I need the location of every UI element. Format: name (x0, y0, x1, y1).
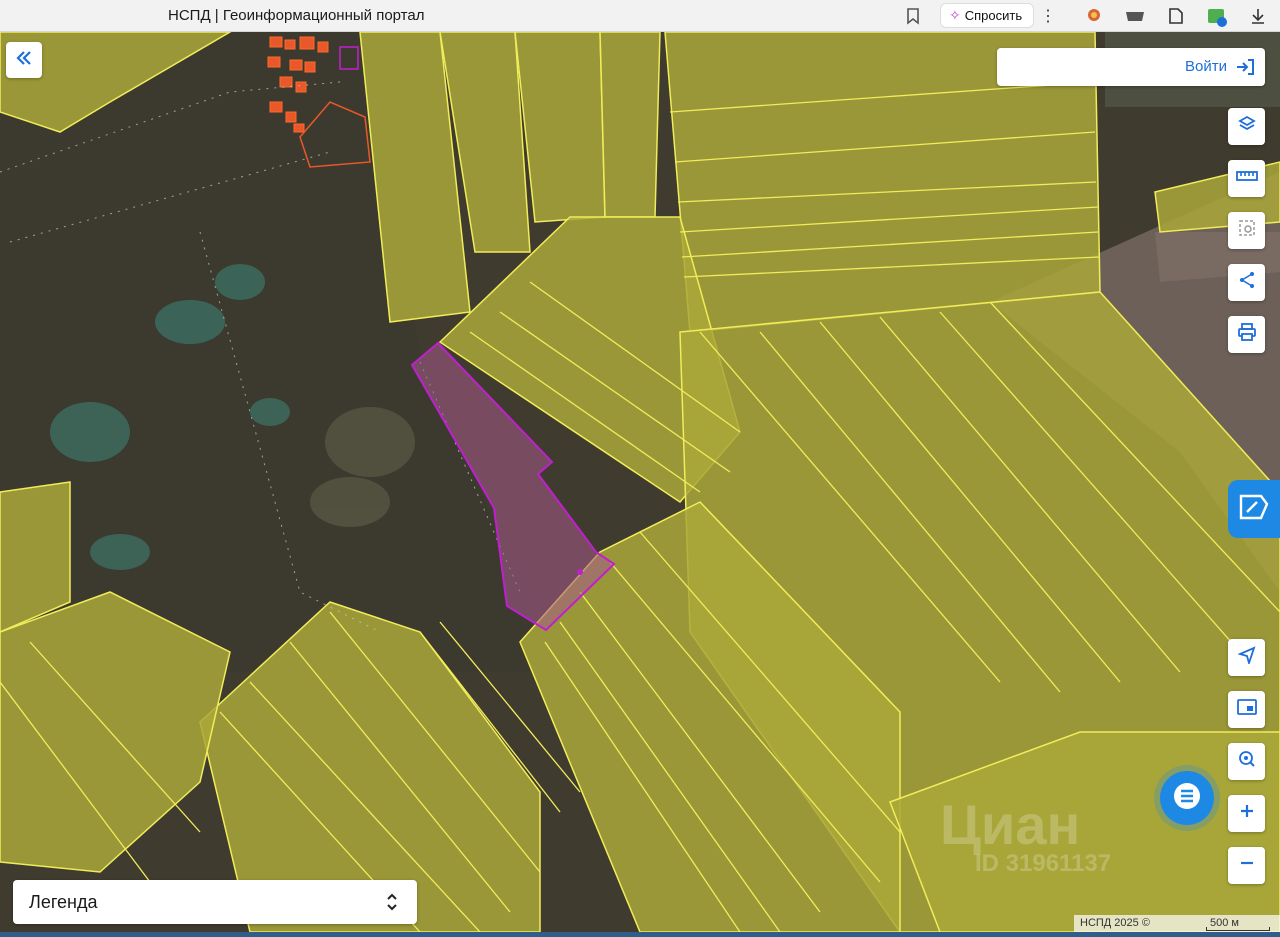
chevron-updown-icon (385, 891, 399, 918)
map-canvas[interactable]: Циан ID 31961137 (0, 32, 1280, 932)
login-label: Войти (1185, 58, 1227, 75)
minimap-icon (1236, 699, 1257, 720)
satellite-map[interactable] (0, 32, 1280, 932)
double-chevron-left-icon (15, 49, 33, 72)
browser-topbar: НСПД | Геоинформационный портал ✧ Спроси… (0, 0, 1280, 32)
attribution-text: НСПД 2025 © (1080, 917, 1150, 929)
minimap-button[interactable] (1228, 691, 1265, 728)
extension-icon[interactable] (1166, 6, 1186, 26)
page-title: НСПД | Геоинформационный портал (168, 7, 425, 24)
download-icon[interactable] (1248, 6, 1268, 26)
chat-button[interactable] (1160, 771, 1214, 825)
feedback-icon (1237, 492, 1271, 527)
legend-panel[interactable]: Легенда (13, 880, 417, 924)
bottom-strip (0, 932, 1280, 937)
login-button[interactable]: Войти (997, 48, 1265, 86)
geolocation-button[interactable] (1228, 639, 1265, 676)
chat-icon (1172, 781, 1202, 816)
scale-bar (1206, 927, 1270, 931)
watermark: Циан (940, 793, 1081, 856)
collapse-panel-button[interactable] (6, 42, 42, 78)
zoom-in-icon (1239, 803, 1255, 824)
zoom-in-button[interactable] (1228, 795, 1265, 832)
ai-spark-icon: ✧ (949, 7, 961, 23)
map-attribution: НСПД 2025 © 500 м (1074, 915, 1280, 932)
extension-icon[interactable] (1084, 6, 1104, 26)
bookmark-icon[interactable] (903, 6, 923, 26)
layers-button[interactable] (1228, 108, 1265, 145)
zoom-out-button[interactable] (1228, 847, 1265, 884)
extension-icon[interactable] (1206, 6, 1227, 27)
ruler-icon (1235, 169, 1258, 188)
extension-icon[interactable] (1124, 6, 1144, 26)
feedback-button[interactable] (1228, 480, 1280, 538)
share-button[interactable] (1228, 264, 1265, 301)
ruler-button[interactable] (1228, 160, 1265, 197)
select-area-button[interactable] (1228, 212, 1265, 249)
ask-button[interactable]: ✧ Спросить (940, 3, 1034, 28)
print-button[interactable] (1228, 316, 1265, 353)
legend-label: Легенда (29, 892, 98, 912)
search-location-icon (1238, 750, 1256, 773)
select-area-icon (1238, 219, 1256, 242)
login-icon (1235, 57, 1255, 82)
print-icon (1237, 323, 1257, 346)
share-icon (1238, 271, 1256, 294)
search-location-button[interactable] (1228, 743, 1265, 780)
more-menu-icon[interactable]: ⋮ (1040, 6, 1056, 26)
watermark-id: ID 31961137 (975, 850, 1112, 877)
geolocation-icon (1236, 646, 1256, 669)
ask-label: Спросить (964, 8, 1023, 23)
layers-icon (1237, 115, 1256, 138)
zoom-out-icon (1239, 855, 1255, 876)
